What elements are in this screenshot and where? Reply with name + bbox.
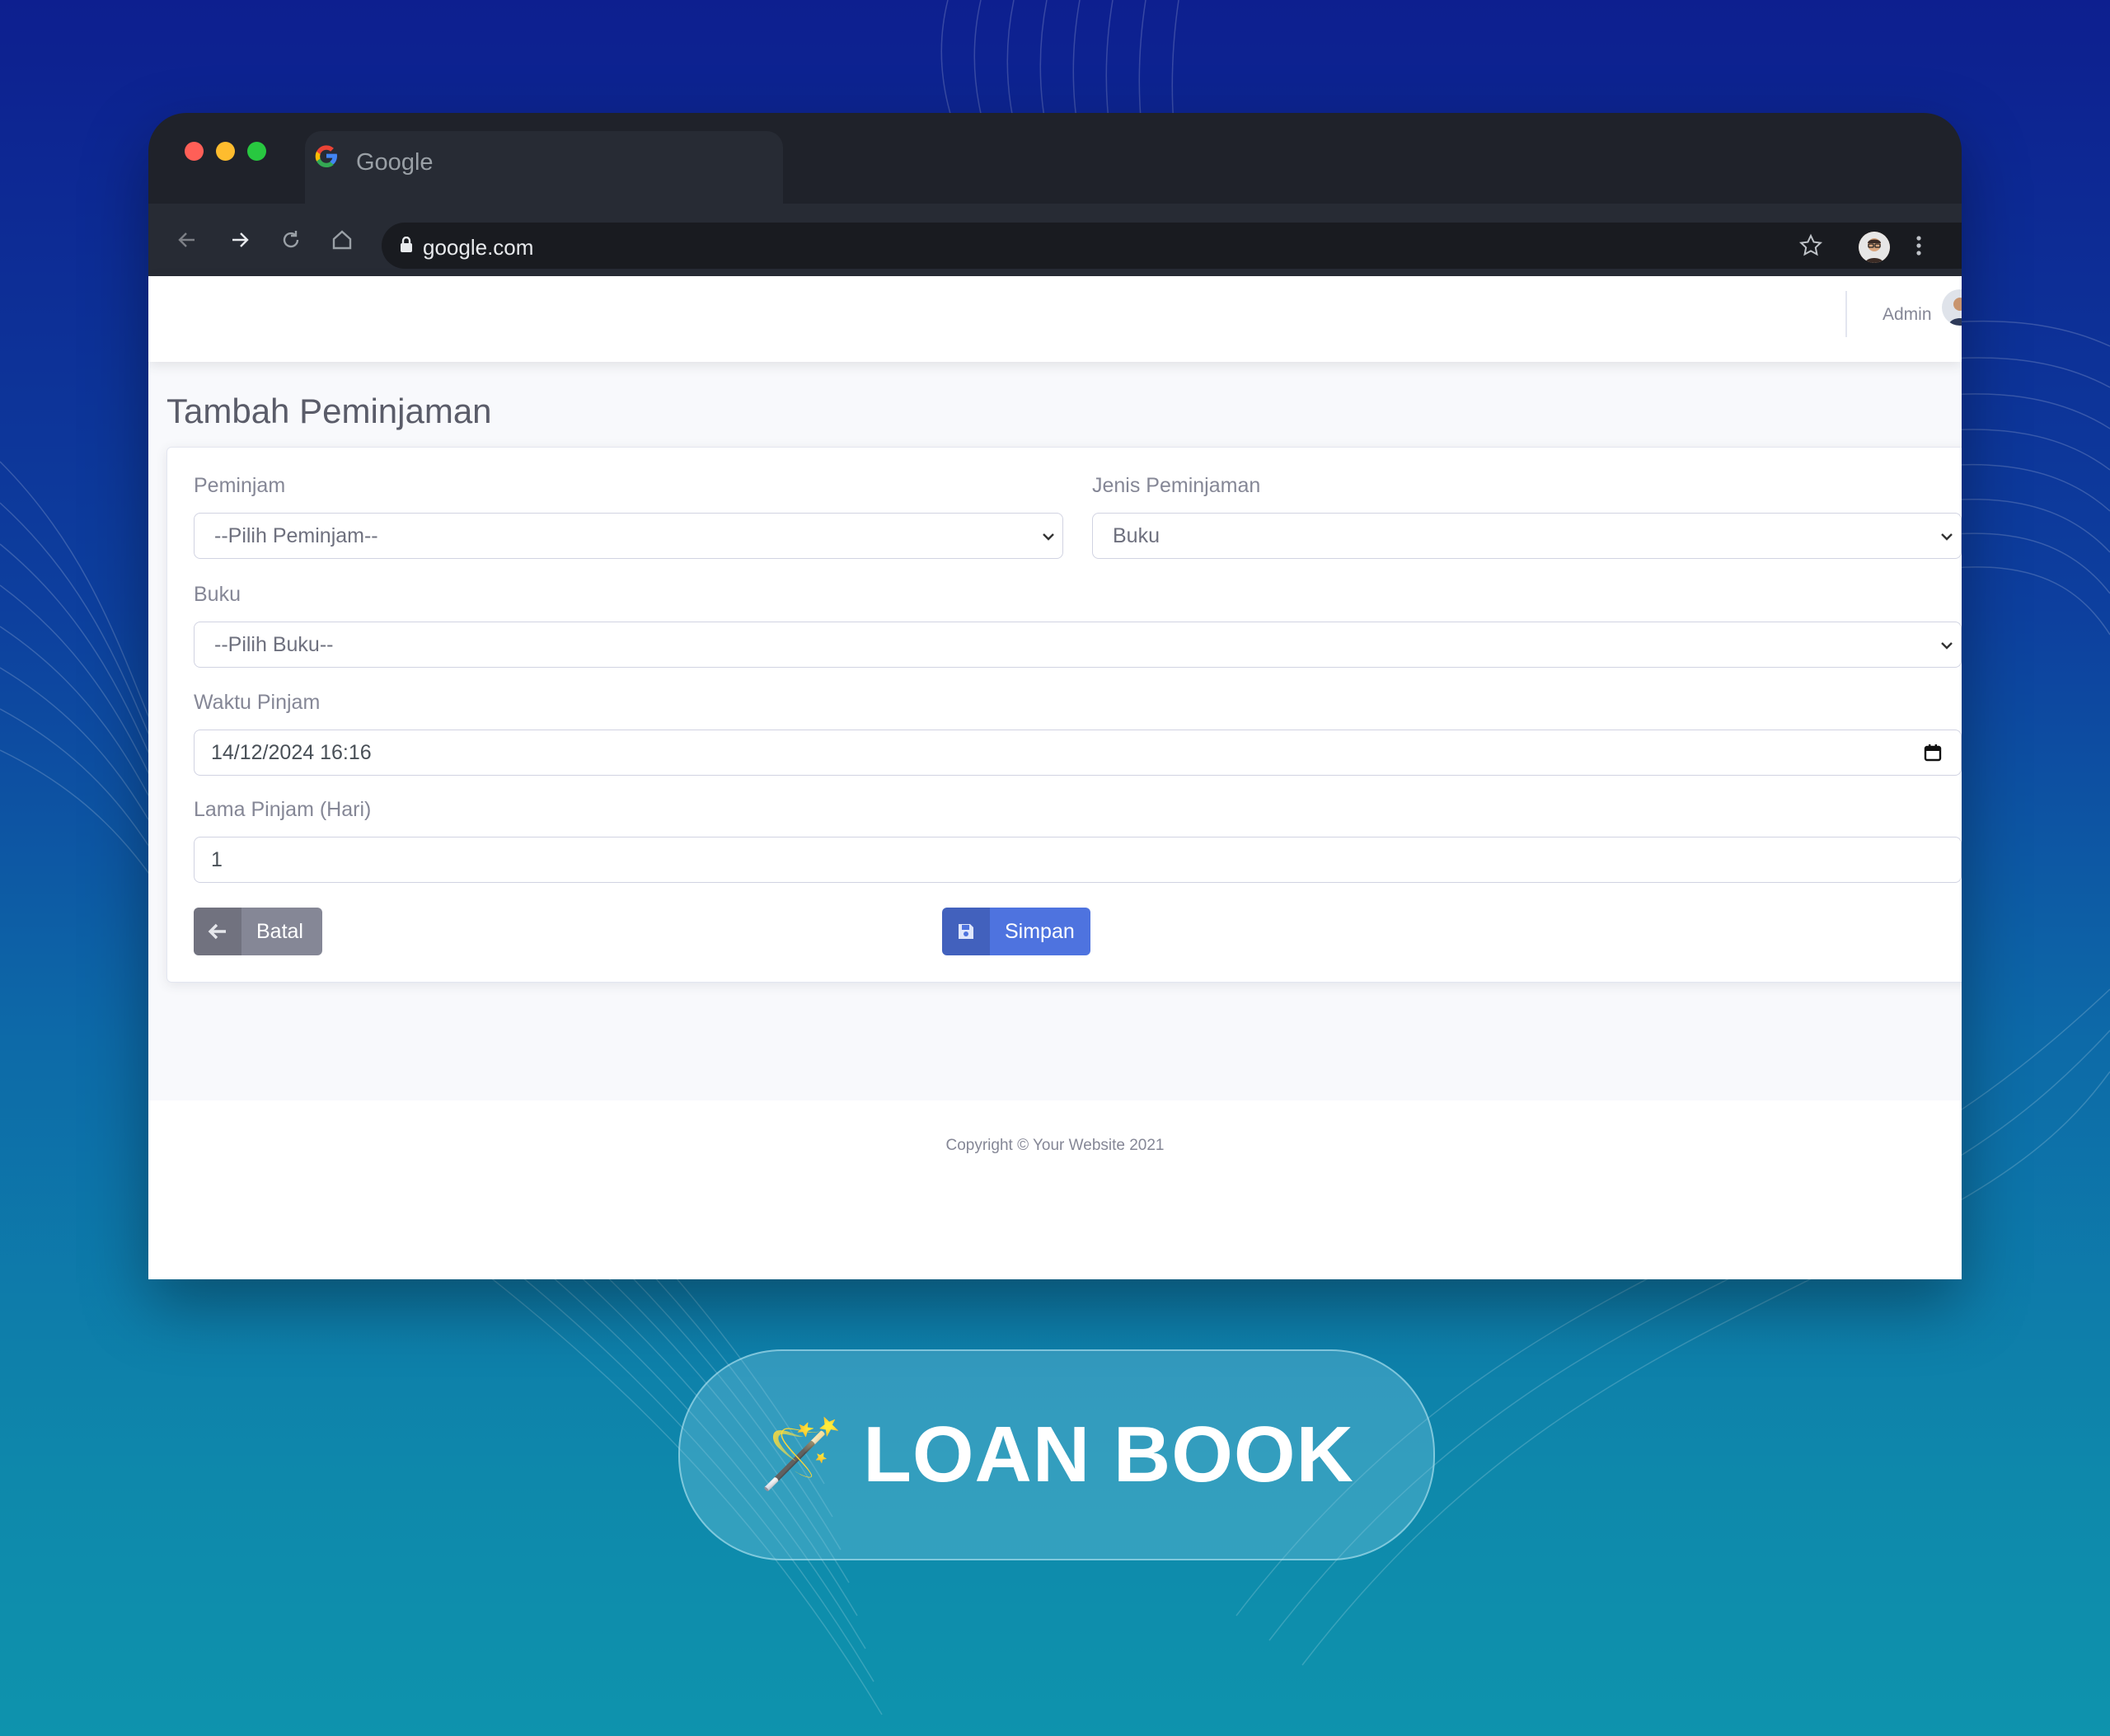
- arrow-left-icon: [194, 908, 241, 955]
- chevron-down-icon: [1043, 533, 1054, 541]
- save-icon: [942, 908, 990, 955]
- chevron-down-icon: [1941, 533, 1953, 541]
- bookmark-star-icon[interactable]: [1797, 232, 1825, 260]
- top-navbar: [148, 276, 1962, 362]
- tab-title: Google: [356, 149, 434, 176]
- address-bar-url: google.com: [423, 235, 534, 260]
- peminjam-select[interactable]: --Pilih Peminjam--: [194, 513, 1063, 559]
- brand-title: LOAN BOOK: [863, 1410, 1354, 1499]
- browser-menu-icon[interactable]: [1905, 232, 1933, 260]
- magic-wand-icon: 🪄: [759, 1417, 844, 1492]
- lama-pinjam-value: 1: [211, 847, 223, 871]
- back-arrow-icon[interactable]: [173, 226, 201, 254]
- buku-label: Buku: [194, 583, 241, 606]
- forward-arrow-icon[interactable]: [226, 226, 254, 254]
- buku-select[interactable]: --Pilih Buku--: [194, 622, 1962, 668]
- page-title: Tambah Peminjaman: [166, 392, 492, 430]
- address-bar[interactable]: [382, 223, 1962, 269]
- reload-icon[interactable]: [277, 226, 305, 254]
- brand-banner: 🪄 LOAN BOOK: [678, 1349, 1435, 1560]
- home-icon[interactable]: [328, 226, 356, 254]
- lock-icon: [400, 236, 413, 257]
- minimize-window-dot[interactable]: [216, 142, 235, 161]
- navbar-divider: [1845, 291, 1847, 337]
- app-content: Admin Tambah Peminjaman Peminjam --Pilih…: [148, 276, 1962, 1279]
- jenis-peminjaman-label: Jenis Peminjaman: [1092, 474, 1261, 497]
- google-logo-icon: [315, 145, 337, 167]
- save-button[interactable]: Simpan: [942, 908, 1090, 955]
- peminjam-label: Peminjam: [194, 474, 286, 497]
- browser-window: Google google.com Admin Tambah Peminjama…: [148, 113, 1962, 1279]
- cancel-button-label: Batal: [256, 919, 303, 943]
- form-card: Peminjam --Pilih Peminjam-- Jenis Peminj…: [166, 447, 1962, 983]
- footer: [148, 1100, 1962, 1279]
- waktu-pinjam-value: 14/12/2024 16:16: [211, 740, 372, 764]
- peminjam-select-value: --Pilih Peminjam--: [214, 523, 378, 547]
- calendar-icon[interactable]: [1923, 743, 1943, 762]
- save-button-label: Simpan: [1005, 919, 1075, 943]
- maximize-window-dot[interactable]: [247, 142, 266, 161]
- lama-pinjam-label: Lama Pinjam (Hari): [194, 798, 372, 821]
- profile-avatar-icon[interactable]: [1859, 232, 1890, 263]
- jenis-peminjaman-select-value: Buku: [1113, 523, 1160, 547]
- close-window-dot[interactable]: [185, 142, 204, 161]
- jenis-peminjaman-select[interactable]: Buku: [1092, 513, 1962, 559]
- buku-select-value: --Pilih Buku--: [214, 632, 334, 656]
- copyright-text: Copyright © Your Website 2021: [945, 1137, 1165, 1154]
- user-name[interactable]: Admin: [1883, 305, 1932, 325]
- waktu-pinjam-input[interactable]: 14/12/2024 16:16: [194, 730, 1962, 776]
- chevron-down-icon: [1941, 642, 1953, 650]
- lama-pinjam-input[interactable]: 1: [194, 837, 1962, 883]
- waktu-pinjam-label: Waktu Pinjam: [194, 691, 321, 714]
- cancel-button[interactable]: Batal: [194, 908, 322, 955]
